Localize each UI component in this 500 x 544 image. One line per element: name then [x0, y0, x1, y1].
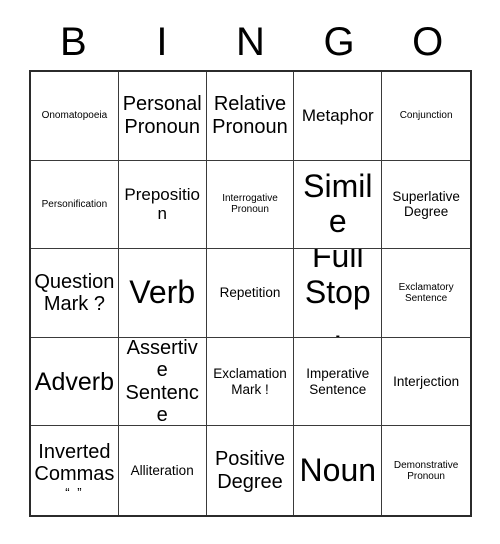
bingo-cell[interactable]: Positive Degree [206, 426, 295, 515]
bingo-cell-label: Superlative Degree [392, 189, 460, 220]
bingo-cell-label: Simile [303, 167, 373, 240]
bingo-cell-label: Preposition [124, 185, 200, 224]
bingo-cell-label: Inverted Commas “ ” [34, 440, 115, 501]
bingo-cell[interactable]: Inverted Commas “ ” [31, 426, 119, 515]
bingo-card: B I N G O Onomatopoeia Personal Pronoun Re… [0, 0, 500, 544]
bingo-cell-label: Interjection [393, 374, 460, 390]
bingo-cell-label: Imperative Sentence [306, 366, 370, 397]
bingo-cell-label: Conjunction [399, 110, 453, 122]
bingo-cell-label: Personification [41, 198, 108, 210]
bingo-cell-label: Demonstrative Pronoun [393, 459, 459, 482]
bingo-cell-label: Positive Degree [214, 448, 285, 493]
bingo-cell-label: Question Mark ? [34, 270, 115, 315]
bingo-cell-label: Relative Pronoun [212, 93, 288, 138]
bingo-cell-label: Personal Pronoun [122, 93, 202, 138]
bingo-cell[interactable]: Onomatopoeia [31, 72, 119, 161]
bingo-cell[interactable]: Noun [294, 426, 383, 515]
bingo-cell[interactable]: Relative Pronoun [206, 72, 295, 161]
bingo-cell-label: Onomatopoeia [41, 110, 108, 122]
bingo-cell[interactable]: Preposition [118, 160, 207, 250]
bingo-cell-label: Interrogative Pronoun [222, 193, 278, 216]
bingo-cell[interactable]: Conjunction [382, 72, 470, 161]
bingo-cell-label: Exclamation Mark ! [213, 366, 287, 397]
bingo-cell-label: Exclamatory Sentence [398, 281, 454, 304]
bingo-cell-label: Full Stop . [304, 249, 371, 338]
bingo-cell[interactable]: Question Mark ? [31, 249, 119, 338]
bingo-cell[interactable]: Assertive Sentence [118, 337, 207, 427]
bingo-cell-label: Metaphor [301, 106, 374, 126]
bingo-cell-label: Noun [299, 451, 377, 488]
bingo-cell[interactable]: Demonstrative Pronoun [382, 426, 470, 515]
header-letter-b: B [59, 20, 87, 64]
inverted-commas-glyphs: “ ” [65, 485, 84, 501]
header-letter-o: O [412, 20, 444, 64]
bingo-cell[interactable]: Alliteration [118, 426, 207, 515]
header-letter-i: I [156, 20, 168, 64]
bingo-cell[interactable]: Imperative Sentence [294, 337, 383, 427]
bingo-cell[interactable]: Exclamatory Sentence [382, 249, 470, 338]
bingo-cell-label: Verb [129, 274, 196, 311]
bingo-cell-label: Assertive Sentence [125, 337, 199, 426]
bingo-cell[interactable]: Personal Pronoun [118, 72, 207, 161]
bingo-cell-label: Alliteration [130, 463, 194, 479]
bingo-header-letters: B I N G O [29, 14, 472, 70]
bingo-cell[interactable]: Repetition [206, 249, 295, 338]
bingo-cell[interactable]: Superlative Degree [382, 160, 470, 250]
bingo-cell[interactable]: Exclamation Mark ! [206, 337, 295, 427]
header-letter-g: G [323, 20, 355, 64]
bingo-cell[interactable]: Adverb [31, 337, 119, 427]
bingo-cell[interactable]: Interjection [382, 337, 470, 427]
bingo-cell[interactable]: Interrogative Pronoun [206, 160, 295, 250]
bingo-cell[interactable]: Metaphor [294, 72, 383, 161]
bingo-cell[interactable]: Verb [118, 249, 207, 338]
bingo-cell[interactable]: Simile [294, 160, 383, 250]
bingo-cell-label: Repetition [219, 285, 281, 301]
header-letter-n: N [236, 20, 265, 64]
bingo-cell[interactable]: Personification [31, 160, 119, 250]
bingo-grid: Onomatopoeia Personal Pronoun Relative Pro… [29, 70, 472, 517]
bingo-cell-label: Adverb [34, 367, 114, 396]
bingo-cell[interactable]: Full Stop . [294, 249, 383, 338]
